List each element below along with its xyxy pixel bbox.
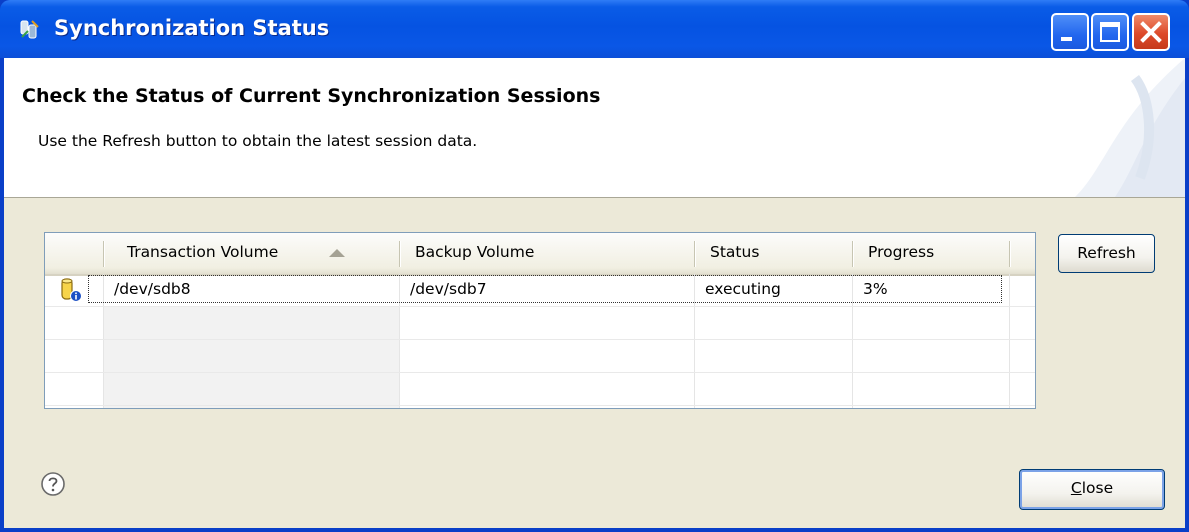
banner-decoration (1075, 58, 1185, 197)
column-separator[interactable] (1009, 241, 1010, 267)
column-header-progress[interactable]: Progress (868, 243, 934, 261)
column-separator[interactable] (852, 241, 853, 267)
maximize-icon (1100, 22, 1120, 42)
maximize-button[interactable] (1091, 13, 1129, 51)
column-separator[interactable] (399, 241, 400, 267)
table-row[interactable]: /dev/sdb8 /dev/sdb7 executing 3% (45, 274, 1035, 307)
column-header-transaction-volume[interactable]: Transaction Volume (127, 243, 278, 261)
table-row-empty[interactable] (45, 307, 1035, 340)
table-row-empty[interactable] (45, 340, 1035, 373)
cell-status: executing (705, 280, 781, 298)
title-bar[interactable]: Synchronization Status (0, 0, 1189, 58)
close-button-mnemonic: C (1070, 479, 1082, 497)
cell-transaction-volume: /dev/sdb8 (114, 280, 191, 298)
page-title: Check the Status of Current Synchronizat… (22, 85, 601, 107)
column-header-backup-volume[interactable]: Backup Volume (415, 243, 534, 261)
table-header: Transaction Volume Backup Volume Status … (45, 233, 1035, 276)
sessions-table[interactable]: Transaction Volume Backup Volume Status … (44, 232, 1036, 409)
dialog-client-area: Check the Status of Current Synchronizat… (4, 58, 1185, 528)
page-description: Use the Refresh button to obtain the lat… (38, 132, 478, 150)
column-separator[interactable] (694, 241, 695, 267)
database-info-icon (61, 278, 82, 302)
refresh-button[interactable]: Refresh (1058, 234, 1155, 273)
table-row-empty[interactable] (45, 373, 1035, 406)
sync-app-icon (20, 20, 39, 39)
help-icon[interactable] (40, 471, 66, 497)
dialog-header: Check the Status of Current Synchronizat… (4, 58, 1185, 198)
window-title: Synchronization Status (54, 16, 330, 40)
sort-ascending-icon (329, 249, 345, 257)
minimize-button[interactable] (1051, 13, 1089, 51)
close-button[interactable]: Close (1019, 469, 1165, 510)
cell-progress: 3% (863, 280, 888, 298)
column-separator[interactable] (103, 241, 104, 267)
close-button-label: lose (1081, 479, 1114, 497)
close-icon (1140, 21, 1162, 43)
minimize-icon (1061, 37, 1072, 41)
column-header-status[interactable]: Status (710, 243, 759, 261)
cell-backup-volume: /dev/sdb7 (410, 280, 487, 298)
close-window-button[interactable] (1132, 13, 1170, 51)
dialog-window: Synchronization Status Check the Status … (0, 0, 1189, 532)
